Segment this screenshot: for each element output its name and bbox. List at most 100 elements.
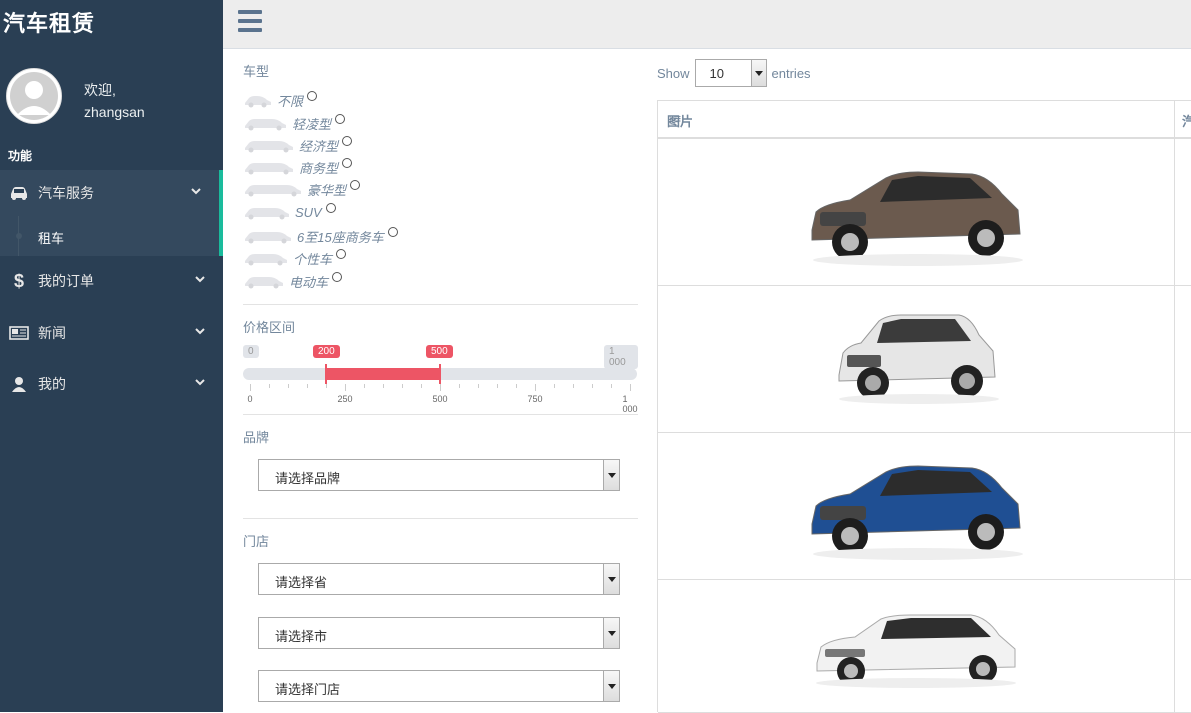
dollar-icon: $ [13,270,24,291]
chevron-down-icon [195,379,205,386]
table-row[interactable] [658,138,1191,286]
radio-button[interactable] [342,136,353,146]
city-select[interactable]: 请选择市 [258,617,620,649]
radio-button[interactable] [350,180,361,190]
dropdown-arrow-icon [603,618,619,648]
table-row[interactable] [658,285,1191,433]
user-icon [8,376,30,392]
chevron-down-icon [191,188,201,195]
price-slider-handle-to[interactable] [439,364,441,384]
price-slider-handle-from[interactable] [325,364,327,384]
store-select[interactable]: 请选择门店 [258,670,620,702]
store-label: 门店 [243,534,270,549]
welcome-text: 欢迎, zhangsan [84,79,145,123]
bullet-icon [16,233,22,239]
table-row[interactable] [658,579,1191,713]
radio-button[interactable] [387,227,398,237]
menu-item-my-orders[interactable]: $ 我的订单 [0,258,223,304]
car-image [838,314,999,404]
menu-item-label: 我的 [38,376,66,392]
radio-button[interactable] [335,114,346,124]
car-silhouette-icon [245,277,283,289]
grid-tick [535,384,536,391]
image-cell [658,285,1175,432]
dropdown-arrow-icon [750,60,766,86]
chevron-down-icon [195,276,205,283]
price-range-label: 价格区间 [243,320,296,335]
grid-tick [364,384,365,388]
radio-button[interactable] [336,249,347,259]
car-silhouette-icon [245,254,287,266]
grid-tick [573,384,574,388]
top-nav [223,0,1191,49]
grid-tick [383,384,384,388]
image-cell [658,138,1175,285]
radio-button[interactable] [342,158,353,168]
brand-label: 品牌 [243,430,270,445]
car-type-option[interactable]: SUV [243,202,336,222]
car-type-option[interactable]: 6至15座商务车 [243,226,398,246]
grid-tick [326,384,327,388]
grid-label: 500 [432,394,448,404]
car-type-option[interactable]: 电动车 [243,271,343,291]
greeting: 欢迎, [84,82,116,98]
dropdown-arrow-icon [603,564,619,594]
grid-tick [497,384,498,388]
menu-toggle-icon[interactable] [238,10,262,32]
grid-tick [440,384,441,391]
submenu-item-rent[interactable]: 租车 [0,216,223,256]
grid-tick [288,384,289,388]
car-silhouette-icon [245,119,286,131]
column-header-car[interactable]: 汽 [1175,101,1191,137]
car-silhouette-icon [245,232,291,244]
car-image [811,171,1023,266]
grid-label: 250 [337,394,353,404]
grid-tick [402,384,403,388]
radio-button[interactable] [325,203,336,213]
car-silhouette-icon [245,163,293,175]
brand-select[interactable]: 请选择品牌 [258,459,620,491]
dropdown-arrow-icon [603,671,619,701]
car-icon [8,186,30,200]
chevron-down-icon [195,328,205,335]
car-type-label: 车型 [243,64,270,79]
car-image [811,465,1023,560]
grid-tick [307,384,308,388]
car-silhouette-icon [245,96,271,108]
radio-button[interactable] [332,272,343,282]
grid-tick [611,384,612,388]
province-select[interactable]: 请选择省 [258,563,620,595]
car-type-option[interactable]: 轻凌型 [243,113,346,133]
grid-tick [554,384,555,388]
menu-item-label: 新闻 [38,325,66,341]
grid-tick [478,384,479,388]
car-type-option[interactable]: 经济型 [243,135,353,155]
car-type-option[interactable]: 不限 [243,90,318,110]
menu-item-car-service[interactable]: 汽车服务 [0,170,223,216]
entries-select[interactable]: 10 [694,59,767,87]
range-from-label: 200 [313,345,340,358]
car-type-option[interactable]: 豪华型 [243,179,361,199]
car-type-option[interactable]: 商务型 [243,157,353,177]
price-slider-selection [326,368,440,380]
menu-item-mine[interactable]: 我的 [0,361,223,407]
sidebar: 汽车租赁 欢迎, zhangsan 功能 汽车服务 租车 $ 我的订单 新闻 我… [0,0,223,712]
show-label: Show [657,65,690,81]
grid-tick [630,384,631,391]
table-header: 图片 ↓≡ 汽 [658,100,1191,139]
table-row[interactable] [658,432,1191,580]
car-table: 图片 ↓≡ 汽 [657,100,1191,713]
menu-item-news[interactable]: 新闻 [0,310,223,356]
image-cell [658,579,1175,712]
column-header-image[interactable]: 图片 ↓≡ [658,101,1175,137]
car-type-option[interactable]: 个性车 [243,248,347,268]
dropdown-arrow-icon [603,460,619,490]
app-title: 汽车租赁 [3,11,96,36]
radio-button[interactable] [307,91,318,101]
car-silhouette-icon [245,141,293,153]
grid-tick [516,384,517,388]
grid-label: 750 [527,394,543,404]
grid-tick [345,384,346,391]
avatar[interactable] [6,68,62,124]
newspaper-icon [8,326,30,340]
